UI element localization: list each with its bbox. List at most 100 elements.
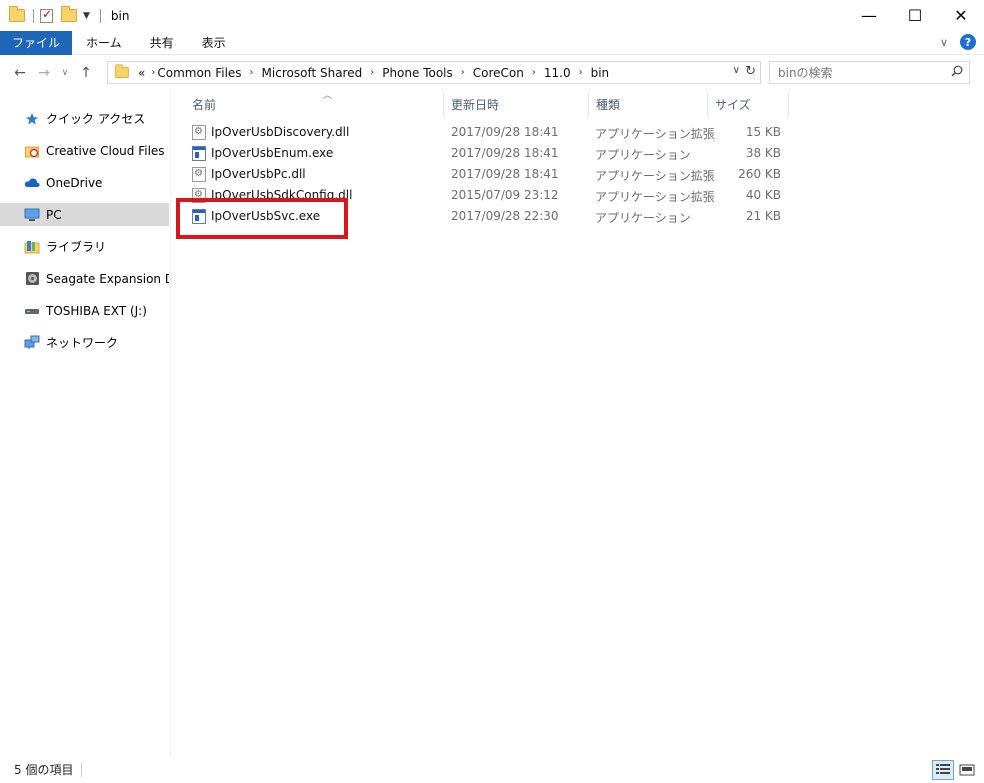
navigation-pane: クイック アクセス Creative Cloud Files OneDrive … (0, 90, 171, 756)
maximize-button[interactable]: ☐ (892, 0, 938, 31)
tab-home[interactable]: ホーム (72, 31, 136, 55)
column-header-type[interactable]: 種類 (590, 92, 708, 117)
breadcrumb-separator-icon[interactable]: › (370, 67, 374, 78)
file-type: アプリケーション拡張 (595, 169, 715, 183)
nav-item-quick-access[interactable]: クイック アクセス (0, 107, 169, 130)
address-bar[interactable]: « › Common Files › Microsoft Shared › Ph… (107, 61, 761, 84)
sort-ascending-icon: ︿ (323, 91, 333, 101)
nav-item-label: OneDrive (46, 175, 103, 190)
file-type: アプリケーション拡張 (595, 190, 715, 204)
nav-item-toshiba-ext[interactable]: TOSHIBA EXT (J:) (0, 299, 169, 322)
breadcrumb-phone-tools[interactable]: Phone Tools (382, 66, 453, 80)
breadcrumb-overflow[interactable]: « (138, 66, 145, 80)
help-icon[interactable]: ? (960, 34, 976, 50)
breadcrumb-separator-icon[interactable]: › (250, 67, 254, 78)
column-header-date[interactable]: 更新日時 (445, 92, 589, 117)
status-divider (81, 762, 83, 777)
recent-locations-chevron-icon[interactable]: ∨ (56, 68, 74, 78)
file-name: IpOverUsbDiscovery.dll (211, 125, 350, 139)
new-folder-icon[interactable] (61, 6, 77, 22)
column-header-label: 更新日時 (451, 98, 500, 112)
exe-file-icon (192, 146, 206, 161)
file-row[interactable]: IpOverUsbDiscovery.dll 2017/09/28 18:41 … (186, 122, 792, 143)
file-type: アプリケーション拡張 (595, 127, 715, 141)
nav-item-network[interactable]: ネットワーク (0, 331, 169, 354)
file-type: アプリケーション (595, 148, 691, 162)
item-count: 5 個の項目 (14, 763, 74, 777)
library-icon (24, 239, 40, 255)
search-input[interactable] (770, 65, 940, 80)
breadcrumb-separator-icon[interactable]: › (461, 67, 465, 78)
file-date: 2017/09/28 22:30 (451, 209, 559, 223)
breadcrumb-bin[interactable]: bin (591, 66, 610, 80)
breadcrumb-separator-icon[interactable]: › (532, 67, 536, 78)
creative-cloud-icon (24, 143, 40, 159)
nav-item-label: Seagate Expansion Drive (46, 271, 169, 286)
customize-toolbar-chevron-icon[interactable]: ▼ (83, 11, 90, 21)
file-type: アプリケーション (595, 211, 691, 225)
search-box[interactable] (769, 61, 970, 84)
file-name: IpOverUsbEnum.exe (211, 146, 334, 160)
minimize-button[interactable]: — (846, 0, 892, 31)
drive-icon (24, 271, 40, 287)
file-name: IpOverUsbPc.dll (211, 167, 306, 181)
file-list-pane: 名前 ︿ 更新日時 種類 サイズ IpOverUsbDiscovery.dll … (172, 90, 984, 756)
column-header-size[interactable]: サイズ (709, 92, 789, 117)
large-icons-view-icon[interactable] (956, 760, 978, 780)
ribbon-tabs: ファイル ホーム 共有 表示 ∨ ? (0, 30, 984, 55)
cloud-icon (24, 175, 40, 191)
search-icon[interactable] (951, 65, 963, 77)
file-size: 40 KB (745, 188, 781, 202)
breadcrumb-separator-icon[interactable]: › (579, 67, 583, 78)
breadcrumb-corecon[interactable]: CoreCon (473, 66, 524, 80)
file-date: 2017/09/28 18:41 (451, 167, 559, 181)
file-size: 21 KB (745, 209, 781, 223)
tab-view[interactable]: 表示 (188, 31, 240, 55)
file-row[interactable]: IpOverUsbEnum.exe 2017/09/28 18:41 アプリケー… (186, 143, 792, 164)
column-header-label: 名前 (192, 98, 217, 112)
title-bar: ▼ bin — ☐ ✕ (0, 0, 984, 31)
file-size: 260 KB (738, 167, 781, 181)
nav-item-creative-cloud-files[interactable]: Creative Cloud Files (0, 139, 169, 162)
properties-icon[interactable] (40, 7, 53, 23)
dll-file-icon (192, 167, 206, 182)
details-view-icon[interactable] (932, 760, 954, 780)
forward-arrow-icon[interactable]: → (32, 65, 56, 81)
nav-item-label: ネットワーク (46, 336, 119, 350)
file-row[interactable]: IpOverUsbPc.dll 2017/09/28 18:41 アプリケーショ… (186, 164, 792, 185)
column-header-name[interactable]: 名前 ︿ (186, 91, 444, 117)
column-header-label: 種類 (596, 98, 621, 112)
expand-ribbon-chevron-icon[interactable]: ∨ (940, 36, 948, 49)
file-size: 15 KB (745, 125, 781, 139)
column-header-label: サイズ (715, 98, 751, 112)
file-date: 2015/07/09 23:12 (451, 188, 559, 202)
nav-item-label: PC (46, 207, 62, 222)
star-icon (24, 111, 40, 127)
nav-item-pc[interactable]: PC (0, 203, 169, 226)
toolbar-divider (99, 8, 101, 23)
usb-drive-icon (24, 303, 40, 319)
nav-item-libraries[interactable]: ライブラリ (0, 235, 169, 258)
breadcrumb-microsoft-shared[interactable]: Microsoft Shared (262, 66, 363, 80)
nav-item-onedrive[interactable]: OneDrive (0, 171, 169, 194)
file-date: 2017/09/28 18:41 (451, 125, 559, 139)
pc-icon (24, 207, 40, 223)
breadcrumb-11-0[interactable]: 11.0 (544, 66, 571, 80)
breadcrumb-separator-icon[interactable]: › (151, 67, 155, 78)
nav-item-seagate-expansion-drive[interactable]: Seagate Expansion Drive (0, 267, 169, 290)
refresh-icon[interactable]: ↻ (745, 64, 756, 79)
tab-share[interactable]: 共有 (136, 31, 188, 55)
back-arrow-icon[interactable]: ← (8, 65, 32, 81)
up-arrow-icon[interactable]: ↑ (74, 65, 98, 81)
folder-icon (115, 64, 129, 79)
status-bar: 5 個の項目 (0, 756, 984, 783)
breadcrumb-common-files[interactable]: Common Files (157, 66, 241, 80)
nav-item-label: Creative Cloud Files (46, 143, 165, 158)
nav-item-label: クイック アクセス (46, 112, 146, 126)
nav-item-label: TOSHIBA EXT (J:) (46, 303, 147, 318)
tab-file[interactable]: ファイル (0, 30, 73, 55)
close-button[interactable]: ✕ (938, 0, 984, 31)
address-dropdown-chevron-icon[interactable]: ∨ (733, 65, 740, 76)
file-date: 2017/09/28 18:41 (451, 146, 559, 160)
network-icon (24, 335, 40, 351)
